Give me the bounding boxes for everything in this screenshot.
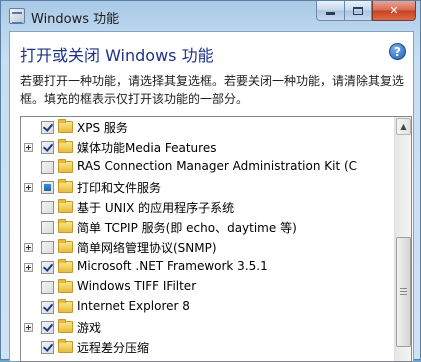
feature-checkbox[interactable]	[41, 321, 54, 334]
minimize-icon	[326, 12, 335, 15]
feature-row[interactable]: Windows TIFF IFilter	[21, 277, 396, 297]
title-bar[interactable]: Windows 功能 ✕	[1, 1, 420, 31]
scroll-thumb[interactable]	[396, 237, 411, 347]
feature-row[interactable]: 基于 UNIX 的应用程序子系统	[21, 197, 396, 217]
feature-row[interactable]: Internet Explorer 8	[21, 297, 396, 317]
dialog-heading: 打开或关闭 Windows 功能	[20, 46, 214, 65]
folder-icon	[58, 319, 73, 333]
folder-icon	[58, 179, 73, 193]
feature-row[interactable]: XPS 服务	[21, 117, 396, 137]
close-button[interactable]: ✕	[372, 1, 416, 21]
caption-buttons: ✕	[316, 1, 416, 21]
window-title: Windows 功能	[31, 12, 120, 27]
folder-icon	[58, 159, 73, 173]
feature-row[interactable]: 媒体功能Media Features	[21, 137, 396, 157]
expand-plus-icon[interactable]	[24, 323, 33, 332]
feature-label: Windows TIFF IFilter	[77, 279, 197, 293]
feature-checkbox[interactable]	[41, 181, 54, 194]
feature-label: 游戏	[77, 321, 102, 335]
feature-label: 简单网络管理协议(SNMP)	[77, 241, 217, 255]
help-icon[interactable]: ?	[389, 43, 406, 60]
feature-label: XPS 服务	[77, 121, 128, 135]
feature-checkbox[interactable]	[41, 301, 54, 314]
feature-row[interactable]: 简单 TCPIP 服务(即 echo、daytime 等)	[21, 217, 396, 237]
feature-row[interactable]: 远程差分压缩	[21, 337, 396, 357]
feature-label: 远程差分压缩	[77, 341, 150, 355]
feature-row[interactable]: Microsoft .NET Framework 3.5.1	[21, 257, 396, 277]
windows-features-window: Windows 功能 ✕ 打开或关闭 Windows 功能 ? 若要打开一种功能…	[0, 0, 421, 362]
dialog-content: 打开或关闭 Windows 功能 ? 若要打开一种功能，请选择其复选框。若要关闭…	[9, 31, 414, 362]
feature-checkbox[interactable]	[41, 121, 54, 134]
folder-icon	[58, 199, 73, 213]
expand-plus-icon[interactable]	[24, 143, 33, 152]
expand-plus-icon[interactable]	[24, 183, 33, 192]
expand-plus-icon[interactable]	[24, 243, 33, 252]
folder-icon	[58, 259, 73, 273]
folder-icon	[58, 239, 73, 253]
dialog-description: 若要打开一种功能，请选择其复选框。若要关闭一种功能，请清除其复选框。填充的框表示…	[20, 74, 405, 106]
maximize-icon	[353, 6, 363, 15]
folder-icon	[58, 299, 73, 313]
feature-label: 打印和文件服务	[77, 181, 162, 195]
vertical-scrollbar[interactable]: ▲	[394, 117, 411, 361]
feature-checkbox[interactable]	[41, 201, 54, 214]
scroll-up-arrow-icon[interactable]: ▲	[396, 118, 411, 135]
feature-checkbox[interactable]	[41, 241, 54, 254]
feature-label: Microsoft .NET Framework 3.5.1	[77, 259, 268, 273]
feature-checkbox[interactable]	[41, 161, 54, 174]
feature-checkbox[interactable]	[41, 341, 54, 354]
feature-label: RAS Connection Manager Administration Ki…	[77, 159, 358, 173]
feature-label: Internet Explorer 8	[77, 299, 190, 313]
folder-icon	[58, 219, 73, 233]
close-icon: ✕	[389, 4, 399, 17]
feature-row[interactable]: 简单网络管理协议(SNMP)	[21, 237, 396, 257]
feature-checkbox[interactable]	[41, 261, 54, 274]
feature-checkbox[interactable]	[41, 281, 54, 294]
feature-label: 基于 UNIX 的应用程序子系统	[77, 201, 235, 215]
feature-checkbox[interactable]	[41, 221, 54, 234]
features-list: XPS 服务媒体功能Media Features RAS Connection M…	[21, 117, 396, 357]
folder-icon	[58, 119, 73, 133]
minimize-button[interactable]	[316, 1, 344, 21]
folder-icon	[58, 339, 73, 353]
feature-row[interactable]: 游戏	[21, 317, 396, 337]
folder-icon	[58, 279, 73, 293]
feature-checkbox[interactable]	[41, 141, 54, 154]
feature-label: 媒体功能Media Features	[77, 141, 217, 155]
feature-row[interactable]: RAS Connection Manager Administration Ki…	[21, 157, 396, 177]
feature-row[interactable]: 打印和文件服务	[21, 177, 396, 197]
features-tree[interactable]: XPS 服务媒体功能Media Features RAS Connection M…	[20, 116, 412, 362]
folder-icon	[58, 139, 73, 153]
feature-label: 简单 TCPIP 服务(即 echo、daytime 等)	[77, 221, 297, 235]
maximize-button[interactable]	[344, 1, 372, 21]
expand-plus-icon[interactable]	[24, 263, 33, 272]
windows-features-icon	[9, 8, 25, 24]
